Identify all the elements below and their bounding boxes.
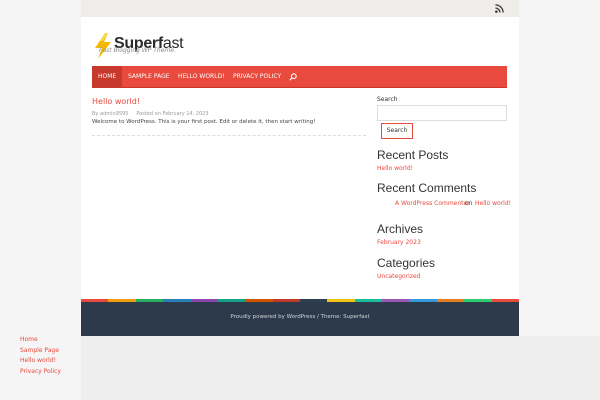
nav-item-privacy-policy[interactable]: Privacy Policy	[227, 66, 287, 88]
post-date[interactable]: Posted on February 14, 2023	[136, 111, 208, 117]
footer-credits[interactable]: Proudly powered by WordPress / Theme: Su…	[81, 314, 519, 320]
footer-link-hello-world[interactable]: Hello world!	[20, 357, 56, 364]
search-icon[interactable]	[289, 73, 297, 81]
nav-item-sample-page[interactable]: Sample Page	[122, 66, 176, 88]
category-link[interactable]: Uncategorized	[377, 273, 420, 280]
footer-link-home[interactable]: Home	[20, 336, 38, 343]
comment-on-text: on	[465, 200, 473, 207]
nav-item-home[interactable]: Home	[92, 66, 123, 88]
archives-title: Archives	[377, 222, 424, 236]
recent-posts-title: Recent Posts	[377, 148, 449, 162]
site-container: Superfast Fast Blogging WP Theme. Home S…	[81, 17, 519, 299]
footer-link-sample-page[interactable]: Sample Page	[20, 347, 59, 354]
search-input[interactable]	[377, 105, 507, 121]
comment-post-link[interactable]: Hello world!	[475, 200, 511, 207]
top-bar	[81, 0, 519, 17]
categories-title: Categories	[377, 256, 436, 270]
archive-link[interactable]: February 2023	[377, 239, 421, 246]
main-nav: Home Sample Page Hello world! Privacy Po…	[92, 66, 507, 88]
post-author[interactable]: By admin9595	[92, 111, 128, 117]
post-divider	[92, 135, 366, 136]
post-title[interactable]: Hello world!	[92, 97, 140, 106]
lightning-bolt-icon	[95, 33, 111, 59]
rss-icon[interactable]	[495, 4, 504, 13]
recent-comments-title: Recent Comments	[377, 181, 477, 195]
footer-link-privacy-policy[interactable]: Privacy Policy	[20, 368, 61, 375]
site-tagline: Fast Blogging WP Theme.	[99, 47, 176, 54]
recent-post-link[interactable]: Hello world!	[377, 165, 413, 172]
post-excerpt: Welcome to WordPress. This is your first…	[92, 119, 316, 125]
search-button[interactable]: Search	[381, 123, 413, 139]
comment-author-link[interactable]: A WordPress Commenter	[395, 200, 470, 207]
site-footer: Proudly powered by WordPress / Theme: Su…	[81, 302, 519, 336]
footer-menu-area: Home Sample Page Hello world! Privacy Po…	[0, 336, 600, 400]
search-label: Search	[377, 96, 398, 103]
post-meta: By admin9595 Posted on February 14, 2023	[92, 111, 209, 117]
nav-item-hello-world[interactable]: Hello world!	[172, 66, 231, 88]
